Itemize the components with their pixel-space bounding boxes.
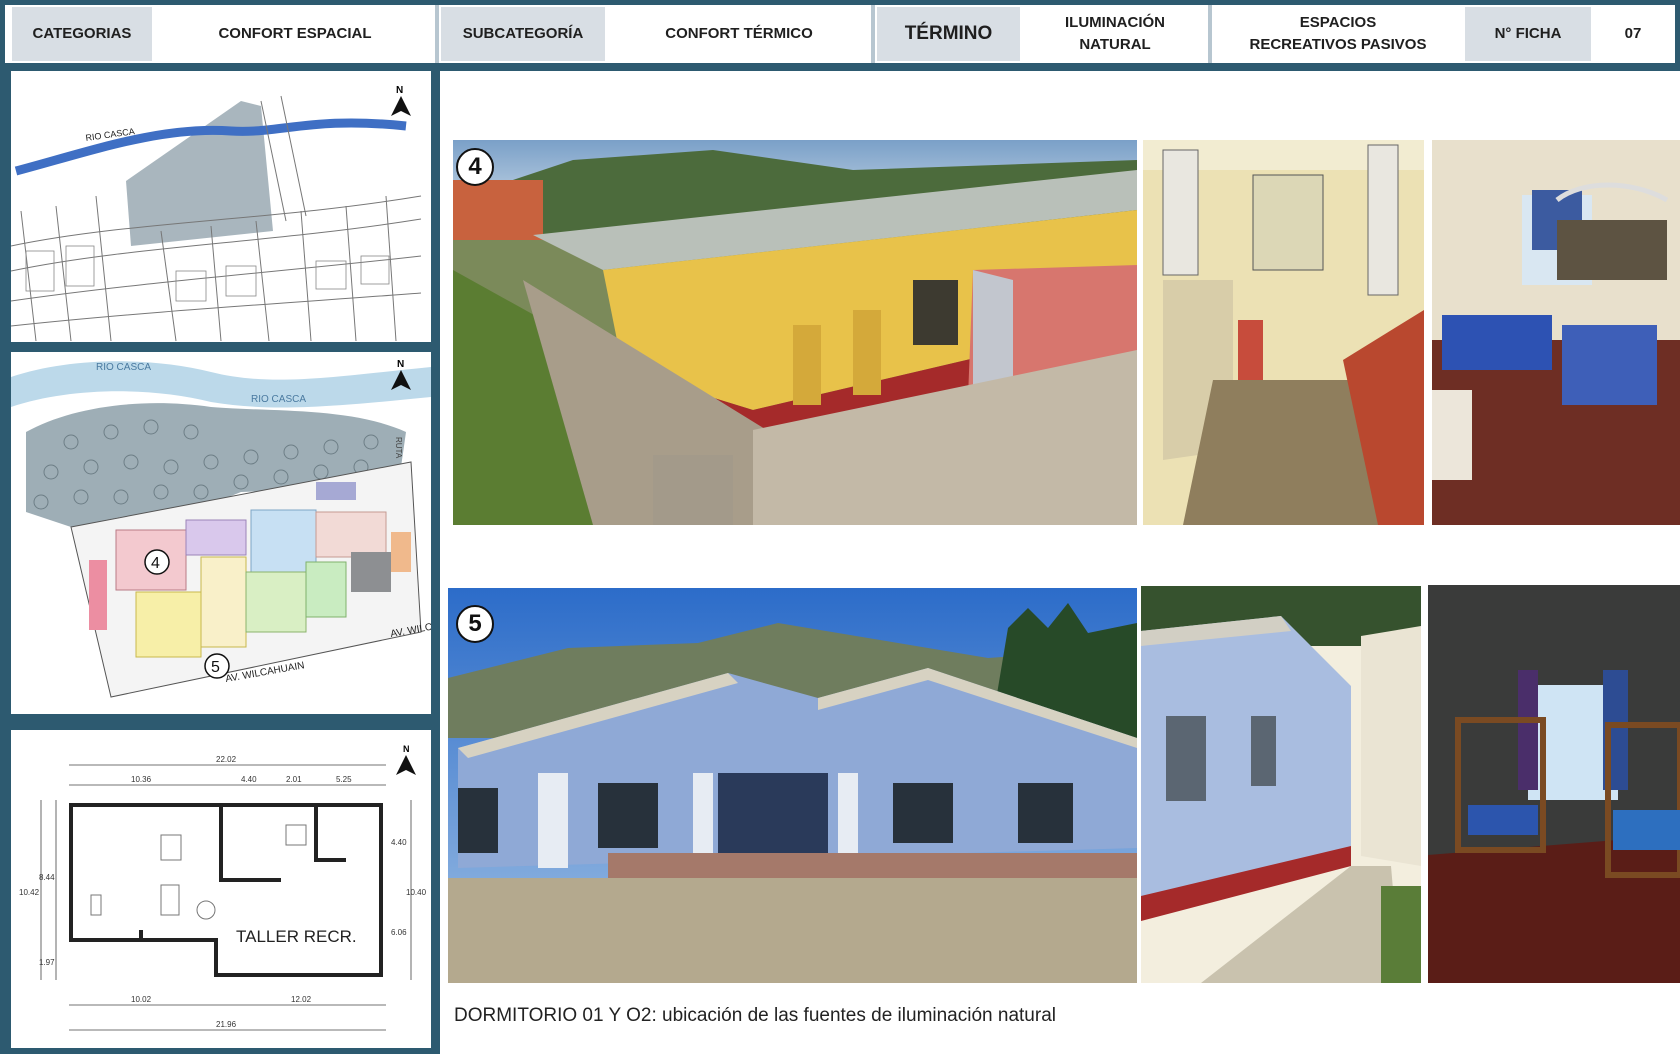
location-marker-5: 5 <box>211 659 220 676</box>
header-bar: CATEGORIAS CONFORT ESPACIAL SUBCATEGORÍA… <box>5 5 1675 63</box>
dimension-label: 1.97 <box>39 958 55 967</box>
dimension-label: 4.40 <box>391 838 407 847</box>
photo-dorm-room-bunk <box>1432 140 1680 525</box>
dimension-label: 2.01 <box>286 775 302 784</box>
espacios-value: ESPACIOS RECREATIVOS PASIVOS <box>1214 7 1462 61</box>
header-divider <box>1208 5 1212 63</box>
floor-plan: 22.02 10.36 4.40 2.01 5.25 10.42 8.44 1.… <box>11 730 431 1048</box>
termino-label: TÉRMINO <box>877 7 1020 61</box>
room-label: TALLER RECR. <box>236 927 357 946</box>
dimension-label: 21.96 <box>216 1020 237 1029</box>
header-divider <box>871 5 875 63</box>
street-label: RUTA <box>394 437 403 459</box>
categorias-label: CATEGORIAS <box>12 7 152 61</box>
dimension-label: 10.02 <box>131 995 152 1004</box>
photo-number-badge: 4 <box>456 148 494 186</box>
photo-dorm-room-window <box>1428 585 1680 983</box>
ficha-value: 07 <box>1593 7 1673 61</box>
north-label: N <box>396 85 403 96</box>
dimension-label: 4.40 <box>241 775 257 784</box>
dimension-label: 6.06 <box>391 928 407 937</box>
photo-number-badge: 5 <box>456 605 494 643</box>
photo-dorm-exterior-blue <box>448 588 1137 983</box>
site-plan-map: RIO CASCA RIO CASCA RUTA AV. WILCAHUAIN … <box>11 352 431 714</box>
subcategoria-value: CONFORT TÉRMICO <box>607 7 871 61</box>
photo-caption: DORMITORIO 01 Y O2: ubicación de las fue… <box>454 1005 1056 1026</box>
dimension-label: 22.02 <box>216 755 237 764</box>
photo-corridor-blue <box>1141 586 1421 983</box>
north-label: N <box>403 744 410 754</box>
location-map: RIO CASCA N <box>11 71 431 342</box>
dimension-label: 8.44 <box>39 873 55 882</box>
river-label: RIO CASCA <box>96 362 151 373</box>
river-label: RIO CASCA <box>251 394 306 405</box>
ficha-label: N° FICHA <box>1465 7 1591 61</box>
dimension-label: 10.42 <box>19 888 40 897</box>
dimension-label: 12.02 <box>291 995 312 1004</box>
subcategoria-label: SUBCATEGORÍA <box>441 7 605 61</box>
photo-corridor-yellow <box>1143 140 1424 525</box>
dimension-label: 5.25 <box>336 775 352 784</box>
header-divider <box>435 5 439 63</box>
dimension-label: 10.40 <box>406 888 427 897</box>
photo-dorm-exterior-yellow <box>453 140 1137 525</box>
dimension-label: 10.36 <box>131 775 152 784</box>
termino-value: ILUMINACIÓN NATURAL <box>1022 7 1208 61</box>
categorias-value: CONFORT ESPACIAL <box>155 7 435 61</box>
north-label: N <box>397 359 404 370</box>
location-marker-4: 4 <box>151 555 160 572</box>
